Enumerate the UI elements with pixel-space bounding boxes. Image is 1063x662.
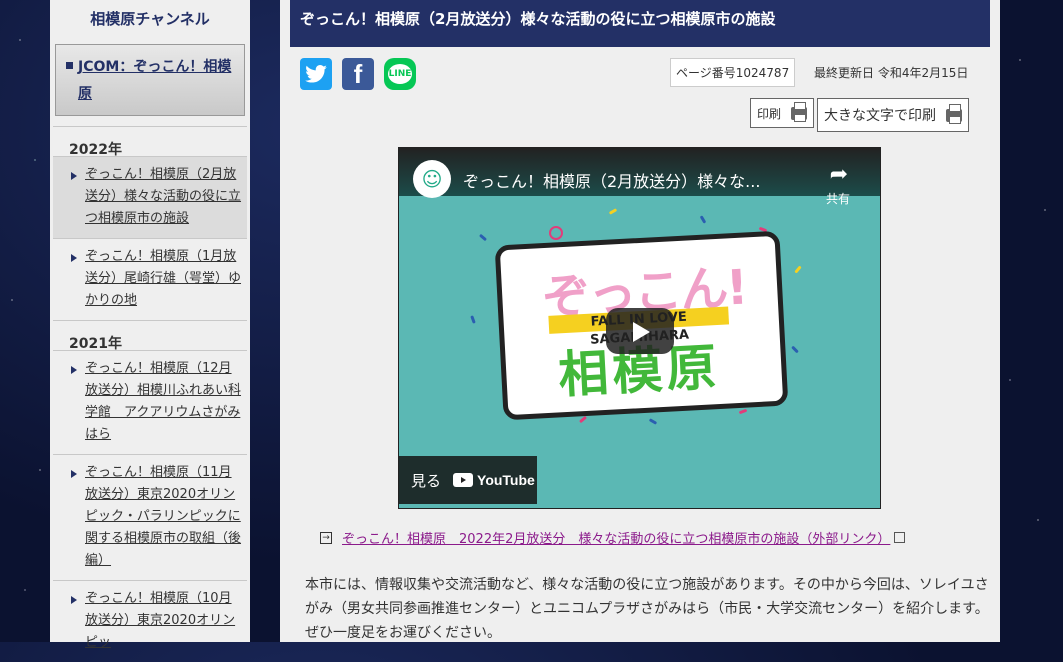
video-title[interactable]: ぞっこん！相模原（2月放送分）様々な... [463, 168, 760, 192]
sidebar-current-link[interactable]: JCOM：ぞっこん！相模原 [78, 59, 231, 102]
main-content: ぞっこん！相模原（2月放送分）様々な活動の役に立つ相模原市の施設 f LINE … [280, 0, 1000, 642]
youtube-icon [453, 473, 474, 487]
channel-avatar-icon[interactable]: ☺ [413, 160, 451, 198]
print-large-label: 大きな文字で印刷 [824, 108, 936, 124]
last-updated: 最終更新日 令和4年2月15日 [814, 66, 969, 80]
sidebar-item-link[interactable]: ぞっこん！相模原（12月放送分）相模川ふれあい科学館 アクアリウムさがみはら [85, 361, 241, 442]
external-video-link-row[interactable]: → ぞっこん！相模原 2022年2月放送分 様々な活動の役に立つ相模原市の施設（… [320, 528, 906, 547]
sidebar-year-2022: 2022年 [53, 126, 247, 158]
share-label[interactable]: 共有 [826, 190, 850, 207]
link-arrow-icon: → [320, 531, 332, 544]
line-share-button[interactable]: LINE [384, 58, 416, 90]
sidebar-item[interactable]: ぞっこん！相模原（2月放送分）様々な活動の役に立つ相模原市の施設 [53, 156, 247, 238]
printer-icon [791, 101, 808, 122]
sidebar-year-2021: 2021年 [53, 320, 247, 352]
sidebar: 相模原チャンネル JCOM：ぞっこん！相模原 2022年 ぞっこん！相模原（2月… [50, 0, 250, 650]
sidebar-item[interactable]: ぞっこん！相模原（10月放送分）東京2020オリンピッ [53, 580, 247, 662]
watch-label: 見る [411, 471, 442, 490]
facebook-icon: f [353, 58, 363, 89]
twitter-share-button[interactable] [300, 58, 332, 90]
sidebar-item-link[interactable]: ぞっこん！相模原（10月放送分）東京2020オリンピッ [85, 591, 235, 650]
print-large-text-button[interactable]: 大きな文字で印刷 [817, 98, 969, 132]
sidebar-item[interactable]: ぞっこん！相模原（11月放送分）東京2020オリンピック・パラリンピックに関する… [53, 454, 247, 580]
sidebar-item[interactable]: ぞっこん！相模原（12月放送分）相模川ふれあい科学館 アクアリウムさがみはら [53, 350, 247, 454]
sidebar-item-link[interactable]: ぞっこん！相模原（11月放送分）東京2020オリンピック・パラリンピックに関する… [85, 465, 241, 568]
external-video-link[interactable]: ぞっこん！相模原 2022年2月放送分 様々な活動の役に立つ相模原市の施設（外部… [342, 528, 890, 547]
printer-icon [946, 103, 962, 124]
sidebar-item-link[interactable]: ぞっこん！相模原（2月放送分）様々な活動の役に立つ相模原市の施設 [85, 167, 241, 226]
external-link-icon [894, 532, 906, 543]
print-button[interactable]: 印刷 [750, 98, 815, 128]
play-icon[interactable] [606, 308, 674, 354]
line-icon: LINE [388, 64, 412, 84]
print-label: 印刷 [757, 106, 782, 121]
watch-on-youtube-button[interactable]: 見る YouTube [399, 456, 537, 504]
sidebar-item[interactable]: ぞっこん！相模原（1月放送分）尾崎行雄（咢堂）ゆかりの地 [53, 238, 247, 320]
youtube-label: YouTube [477, 472, 535, 488]
body-paragraph: 本市には、情報収集や交流活動など、様々な活動の役に立つ施設があります。その中から… [305, 577, 989, 641]
page-number: ページ番号1024787 [670, 58, 796, 87]
share-icon[interactable]: ➦ [830, 162, 848, 187]
youtube-video-embed[interactable]: ぞっこん! FALL IN LOVE SAGAMIHARA 相模原 ☺ ぞっこん… [398, 147, 881, 509]
sidebar-title: 相模原チャンネル [90, 10, 210, 28]
sidebar-item-link[interactable]: ぞっこん！相模原（1月放送分）尾崎行雄（咢堂）ゆかりの地 [85, 249, 241, 308]
sidebar-current-section[interactable]: JCOM：ぞっこん！相模原 [55, 44, 245, 116]
twitter-icon [305, 65, 327, 83]
page-title: ぞっこん！相模原（2月放送分）様々な活動の役に立つ相模原市の施設 [290, 0, 990, 47]
video-header: ☺ ぞっこん！相模原（2月放送分）様々な... ➦ 共有 [399, 148, 880, 206]
facebook-share-button[interactable]: f [342, 58, 374, 90]
